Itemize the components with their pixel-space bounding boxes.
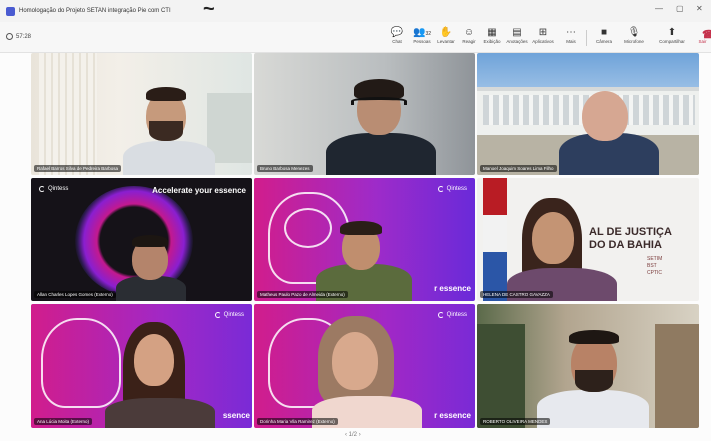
participant-tile[interactable]: Manoel Joaquim Soares Lima Filho bbox=[477, 53, 699, 175]
participant-name: Manoel Joaquim Soares Lima Filho bbox=[480, 165, 557, 172]
view-button[interactable]: ▦ Exibição bbox=[478, 26, 506, 44]
view-icon: ▦ bbox=[487, 27, 497, 38]
timer-text: 57:28 bbox=[16, 33, 32, 40]
background-tagline: ssence bbox=[222, 411, 250, 420]
leave-label: Sair bbox=[698, 39, 707, 44]
participant-name: ROBERTO OLIVEIRA MENDES bbox=[480, 418, 551, 425]
minimize-button[interactable]: — bbox=[655, 4, 663, 13]
participant-tile[interactable]: Qintess Accelerate your essence Allan Ch… bbox=[31, 178, 252, 301]
background-tagline: r essence bbox=[434, 284, 471, 293]
participant-tile[interactable]: AL DE JUSTIÇA DO DA BAHIA SETIM BST CPTI… bbox=[477, 178, 699, 301]
person-hair bbox=[354, 79, 404, 99]
background-tagline: Accelerate your essence bbox=[152, 186, 246, 195]
toolbar-divider bbox=[586, 30, 587, 46]
person-body bbox=[326, 133, 436, 175]
curtains bbox=[39, 53, 97, 175]
shield-icon bbox=[6, 33, 13, 40]
participant-tile[interactable]: Rafael Barros Silva de Pedreira Barbosa bbox=[31, 53, 252, 175]
brand-logo-icon bbox=[214, 312, 221, 318]
camera-icon: ■ bbox=[600, 27, 608, 38]
brand-logo: Qintess bbox=[39, 186, 68, 192]
more-icon: ⋯ bbox=[566, 27, 576, 38]
maximize-button[interactable]: ▢ bbox=[676, 4, 684, 13]
apps-button[interactable]: ⊞ Aplicativos bbox=[529, 26, 557, 44]
person-body bbox=[537, 390, 649, 428]
apps-icon: ⊞ bbox=[538, 27, 548, 38]
person-hair bbox=[340, 221, 382, 235]
brand-logo: Qintess bbox=[214, 312, 244, 318]
overlay-tilde: ~ bbox=[203, 0, 215, 20]
people-count: 32 bbox=[425, 31, 431, 37]
notes-icon: ▤ bbox=[512, 27, 522, 38]
participant-name: HELENA DE CASTRO GAVAZZA bbox=[480, 291, 553, 298]
person-beard bbox=[149, 121, 183, 141]
person-body bbox=[123, 141, 215, 175]
window-title-bar: Homologação do Projeto SETAN integração … bbox=[0, 0, 711, 22]
astronaut-illustration bbox=[41, 318, 121, 408]
share-button[interactable]: ⬆ Compartilhar bbox=[658, 26, 686, 44]
brand-logo-icon bbox=[437, 186, 444, 192]
gallery-pager[interactable]: ‹ 1/2 › bbox=[345, 432, 361, 438]
chevron-right-icon[interactable]: › bbox=[359, 432, 361, 438]
court-signage-small: SETIM BST CPTIC bbox=[647, 256, 663, 276]
brand-logo: Qintess bbox=[437, 312, 467, 318]
participant-tile[interactable]: Qintess r essence Matheus Paulo Pazo de … bbox=[254, 178, 475, 301]
page-indicator: 1/2 bbox=[348, 432, 358, 438]
participant-name: Matheus Paulo Pazo de Almeida (Externo) bbox=[257, 291, 348, 298]
person-head bbox=[582, 91, 628, 141]
background-shelf bbox=[655, 324, 699, 428]
participant-name: Bruno Barbosa Menezes bbox=[257, 165, 313, 172]
person-hair bbox=[146, 87, 186, 101]
headset-icon bbox=[351, 97, 407, 105]
chat-icon: 💬 bbox=[390, 27, 404, 38]
more-button[interactable]: ⋯ Mais bbox=[557, 26, 585, 44]
microphone-icon: 🎙 bbox=[627, 27, 641, 38]
person-hair bbox=[569, 330, 619, 344]
participant-tile[interactable]: Bruno Barbosa Menezes bbox=[254, 53, 475, 175]
flag bbox=[483, 178, 507, 301]
person-head bbox=[134, 334, 174, 386]
participant-name: Dorinha Maria Vila Ramirez (Externo) bbox=[257, 418, 338, 425]
teams-app-icon bbox=[6, 6, 15, 16]
participant-tile[interactable]: Qintess ssence Ana Lúcia Moita (Externo) bbox=[31, 304, 252, 428]
background-tagline: r essence bbox=[434, 411, 471, 420]
court-signage: AL DE JUSTIÇA DO DA BAHIA bbox=[589, 226, 672, 251]
background-plants bbox=[477, 324, 525, 428]
share-icon: ⬆ bbox=[667, 27, 677, 38]
chevron-left-icon[interactable]: ‹ bbox=[345, 432, 347, 438]
participant-tile[interactable]: Qintess r essence Dorinha Maria Vila Ram… bbox=[254, 304, 475, 428]
notes-button[interactable]: ▤ Anotações bbox=[503, 26, 531, 44]
brand-logo-icon bbox=[39, 186, 45, 192]
microphone-button[interactable]: 🎙 Microfone bbox=[620, 26, 648, 44]
video-gallery: Rafael Barros Silva de Pedreira Barbosa … bbox=[0, 53, 711, 441]
participant-name: Allan Charles Lopes Gomes (Externo) bbox=[34, 291, 116, 298]
participant-name: Ana Lúcia Moita (Externo) bbox=[34, 418, 93, 425]
person-beard bbox=[575, 370, 613, 392]
camera-button[interactable]: ■ Câmera bbox=[590, 26, 618, 44]
meeting-timer: 57:28 bbox=[6, 33, 31, 40]
brand-logo-icon bbox=[437, 312, 444, 318]
astronaut-visor bbox=[284, 208, 332, 248]
window-title: Homologação do Projeto SETAN integração … bbox=[19, 8, 171, 14]
person-hair bbox=[132, 235, 168, 247]
participant-tile[interactable]: ROBERTO OLIVEIRA MENDES bbox=[477, 304, 699, 428]
chat-button[interactable]: 💬 Chat bbox=[383, 26, 411, 44]
participant-name: Rafael Barros Silva de Pedreira Barbosa bbox=[34, 165, 122, 172]
brand-logo: Qintess bbox=[437, 186, 467, 192]
person-body bbox=[105, 398, 215, 428]
close-button[interactable]: ✕ bbox=[696, 4, 703, 13]
person-head bbox=[532, 212, 574, 264]
meeting-toolbar: 57:28 💬 Chat 👥32 Pessoas ✋ Levantar ☺ Re… bbox=[0, 22, 711, 53]
person-head bbox=[332, 332, 378, 390]
